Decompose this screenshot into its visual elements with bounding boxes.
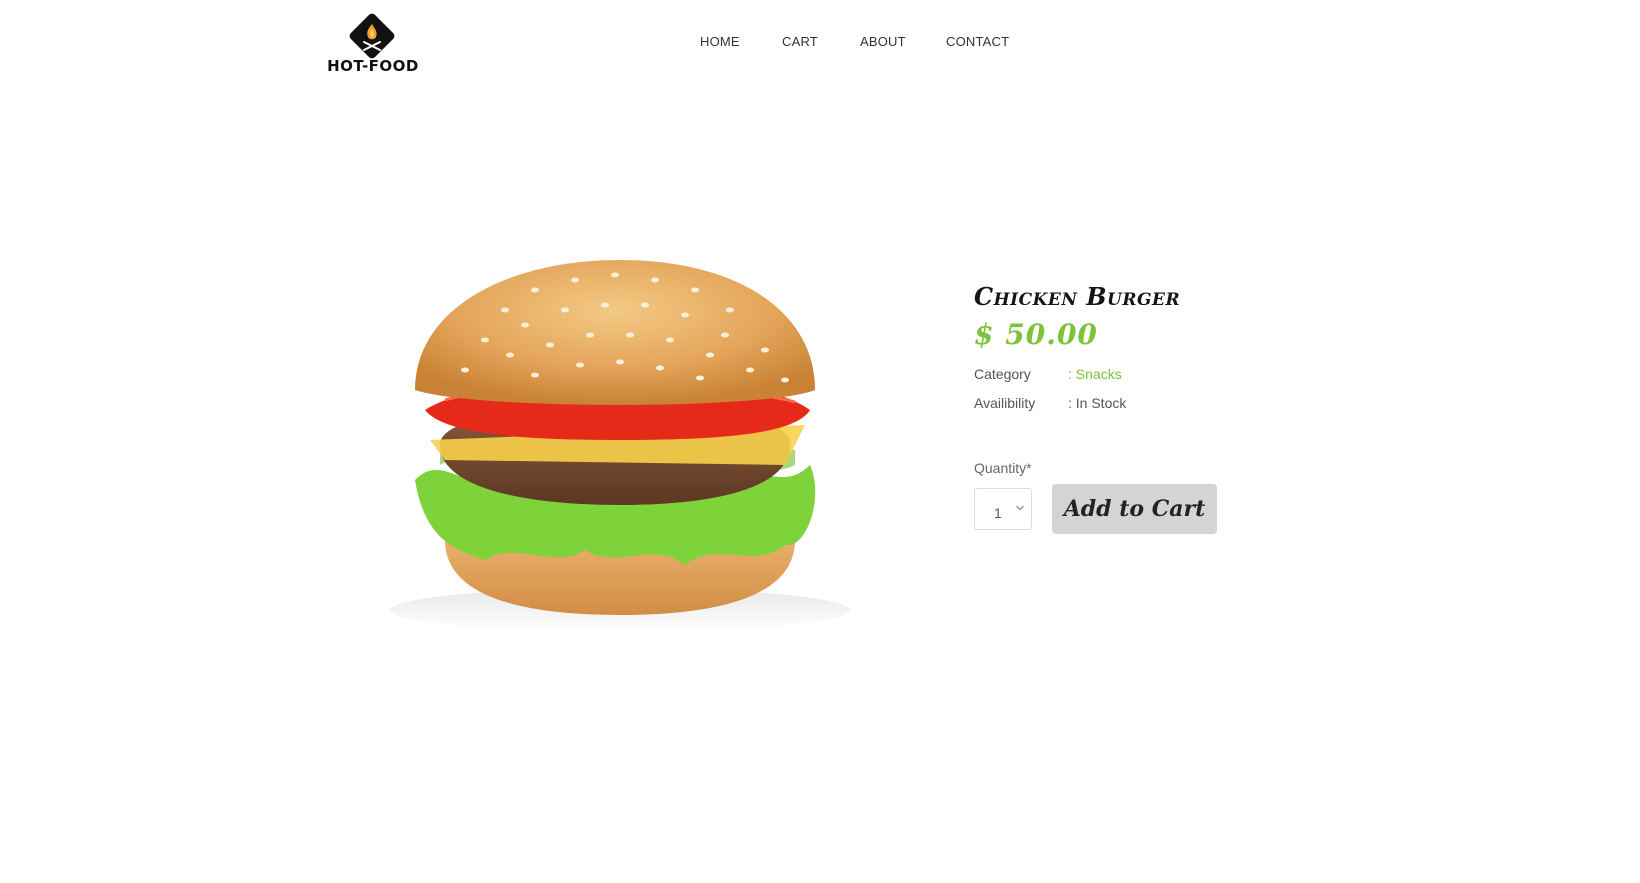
nav-cart-link[interactable]: CART xyxy=(782,34,818,49)
brand-name: HOT-FOOD xyxy=(327,57,419,75)
quantity-label: Quantity* xyxy=(974,460,1032,476)
nav-contact-link[interactable]: CONTACT xyxy=(946,34,1009,49)
quantity-value: 1 xyxy=(994,505,1002,521)
quantity-select[interactable]: 1 xyxy=(974,488,1032,530)
nav-home-link[interactable]: HOME xyxy=(700,34,740,49)
availability-label: Availibility xyxy=(974,395,1036,411)
category-row: Category : Snacks xyxy=(974,366,1122,382)
flame-utensils-icon xyxy=(349,13,395,59)
category-label: Category xyxy=(974,366,1031,382)
product-title: Chicken Burger xyxy=(974,282,1181,311)
category-value-link[interactable]: : Snacks xyxy=(1068,366,1122,382)
brand-logo[interactable]: HOT-FOOD xyxy=(326,12,420,76)
product-price: $ 50.00 xyxy=(974,318,1098,351)
nav-about-link[interactable]: ABOUT xyxy=(860,34,906,49)
add-to-cart-button[interactable]: Add to Cart xyxy=(1052,484,1217,534)
chevron-down-icon xyxy=(1016,505,1024,511)
availability-value: : In Stock xyxy=(1068,395,1127,411)
availability-row: Availibility : In Stock xyxy=(974,395,1126,411)
product-image xyxy=(390,260,850,632)
site-header: HOT-FOOD HOME CART ABOUT CONTACT xyxy=(0,0,1640,90)
